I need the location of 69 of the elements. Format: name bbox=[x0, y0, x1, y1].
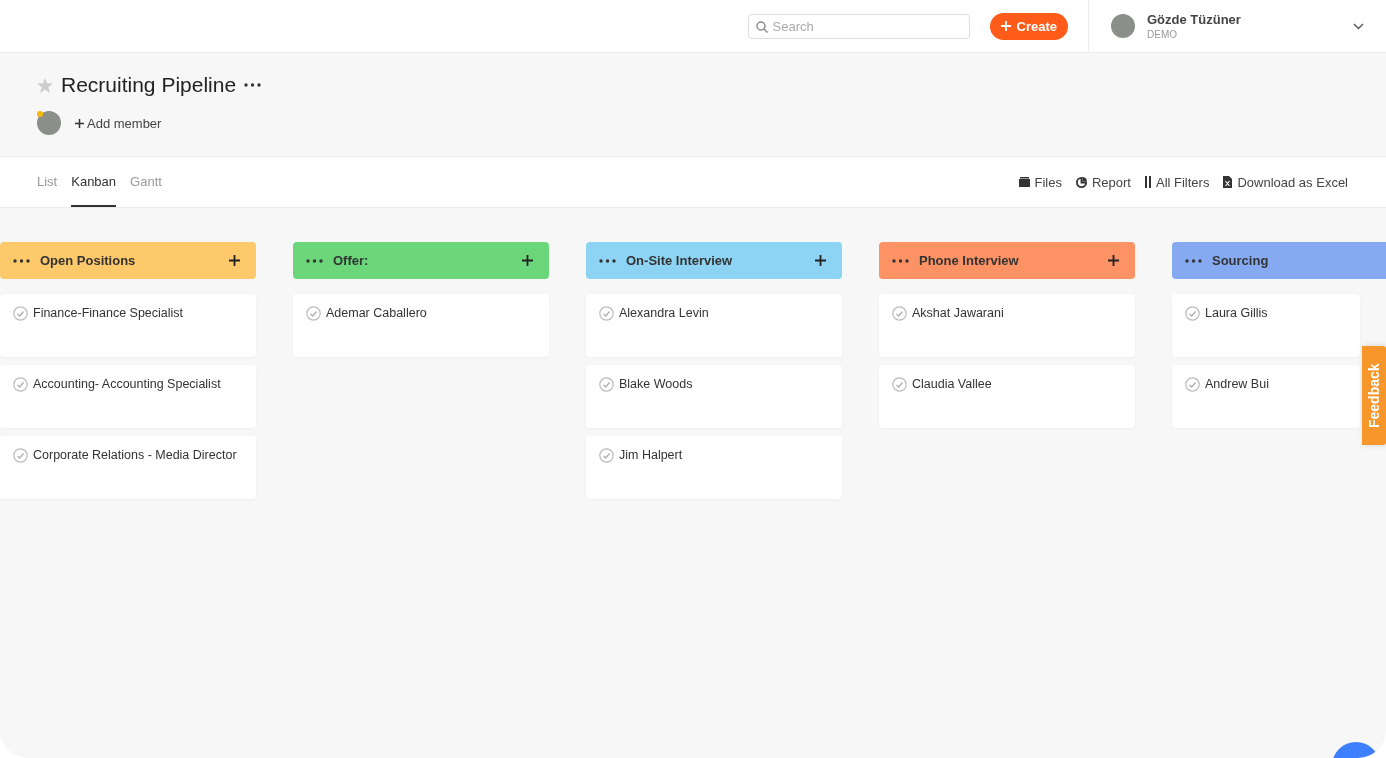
check-circle-icon[interactable] bbox=[13, 377, 28, 392]
folder-icon bbox=[1018, 177, 1030, 187]
card-title: Jim Halpert bbox=[619, 448, 683, 463]
task-card[interactable]: Accounting- Accounting Specialist bbox=[0, 365, 256, 428]
more-icon[interactable] bbox=[1185, 258, 1202, 263]
plus-icon[interactable] bbox=[815, 255, 826, 266]
check-circle-icon[interactable] bbox=[892, 377, 907, 392]
plus-icon bbox=[75, 118, 84, 128]
task-card[interactable]: Blake Woods bbox=[586, 365, 842, 428]
card-title: Laura Gillis bbox=[1205, 306, 1268, 321]
excel-button[interactable]: Download as Excel bbox=[1223, 174, 1348, 190]
status-dot bbox=[37, 111, 43, 117]
files-button[interactable]: Files bbox=[1018, 174, 1062, 190]
project-title: Recruiting Pipeline bbox=[61, 73, 237, 97]
check-circle-icon[interactable] bbox=[306, 306, 321, 321]
check-circle-icon[interactable] bbox=[599, 377, 614, 392]
add-member-button[interactable]: Add member bbox=[75, 115, 162, 131]
card-title: Andrew Bui bbox=[1205, 377, 1269, 392]
task-card[interactable]: Alexandra Levin bbox=[586, 294, 842, 357]
filters-button[interactable]: All Filters bbox=[1145, 174, 1210, 190]
check-circle-icon[interactable] bbox=[892, 306, 907, 321]
card-title: Corporate Relations - Media Director bbox=[33, 448, 237, 463]
card-title: Claudia Vallee bbox=[912, 377, 992, 392]
task-card[interactable]: Ademar Caballero bbox=[293, 294, 549, 357]
user-avatar[interactable] bbox=[1111, 14, 1135, 38]
user-subtitle: DEMO bbox=[1147, 29, 1178, 40]
column-title: On-Site Interview bbox=[626, 253, 733, 268]
excel-file-icon bbox=[1223, 176, 1233, 188]
pie-chart-icon bbox=[1075, 176, 1087, 188]
member-avatar[interactable] bbox=[37, 111, 61, 135]
check-circle-icon[interactable] bbox=[599, 448, 614, 463]
column-title: Open Positions bbox=[40, 253, 136, 268]
more-icon[interactable] bbox=[244, 83, 262, 87]
view-tab[interactable]: Kanban bbox=[71, 157, 117, 207]
column-title: Phone Interview bbox=[919, 253, 1019, 268]
filter-icon bbox=[1145, 176, 1151, 188]
task-card[interactable]: Andrew Bui bbox=[1172, 365, 1360, 428]
plus-icon[interactable] bbox=[1108, 255, 1119, 266]
more-icon[interactable] bbox=[892, 258, 909, 263]
search-field[interactable]: Search bbox=[747, 13, 970, 39]
task-card[interactable]: Akshat Jawarani bbox=[879, 294, 1135, 357]
card-title: Alexandra Levin bbox=[619, 306, 709, 321]
card-title: Finance-Finance Specialist bbox=[33, 306, 184, 321]
more-icon[interactable] bbox=[306, 258, 323, 263]
plus-icon[interactable] bbox=[229, 255, 240, 266]
check-circle-icon[interactable] bbox=[1185, 306, 1200, 321]
check-circle-icon[interactable] bbox=[1185, 377, 1200, 392]
check-circle-icon[interactable] bbox=[599, 306, 614, 321]
more-icon[interactable] bbox=[13, 258, 30, 263]
task-card[interactable]: Laura Gillis bbox=[1172, 294, 1360, 357]
chevron-down-icon[interactable] bbox=[1353, 22, 1364, 30]
card-title: Ademar Caballero bbox=[326, 306, 427, 321]
column-title: Sourcing bbox=[1212, 253, 1269, 268]
task-card[interactable]: Corporate Relations - Media Director bbox=[0, 436, 256, 499]
task-card[interactable]: Jim Halpert bbox=[586, 436, 842, 499]
column-title: Offer: bbox=[333, 253, 369, 268]
more-icon[interactable] bbox=[599, 258, 616, 263]
user-name: Gözde Tüzüner bbox=[1147, 12, 1241, 27]
task-card[interactable]: Finance-Finance Specialist bbox=[0, 294, 256, 357]
task-card[interactable]: Claudia Vallee bbox=[879, 365, 1135, 428]
plus-icon[interactable] bbox=[522, 255, 533, 266]
card-title: Akshat Jawarani bbox=[912, 306, 1004, 321]
report-button[interactable]: Report bbox=[1075, 174, 1131, 190]
card-title: Blake Woods bbox=[619, 377, 693, 392]
card-title: Accounting- Accounting Specialist bbox=[33, 377, 221, 392]
star-icon[interactable] bbox=[37, 77, 53, 93]
check-circle-icon[interactable] bbox=[13, 306, 28, 321]
plus-icon bbox=[1000, 21, 1011, 31]
check-circle-icon[interactable] bbox=[13, 448, 28, 463]
